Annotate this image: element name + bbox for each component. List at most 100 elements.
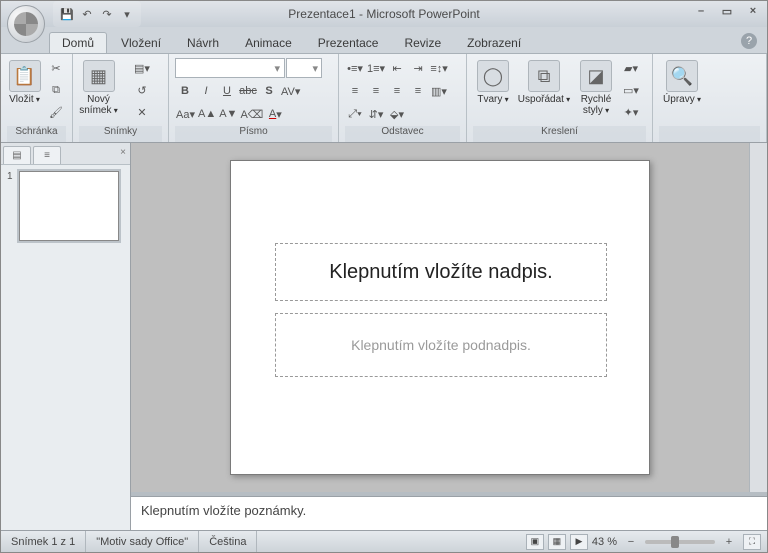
change-case-button[interactable]: Aa▾ (175, 104, 196, 124)
view-normal-button[interactable]: ▣ (526, 534, 544, 550)
layout-button[interactable]: ▤▾ (122, 58, 162, 78)
zoom-slider[interactable] (645, 540, 715, 544)
align-left-button[interactable]: ≡ (345, 81, 365, 101)
font-color-button[interactable]: A▾ (265, 104, 285, 124)
underline-button[interactable]: U (217, 81, 237, 101)
tab-view[interactable]: Zobrazení (455, 33, 533, 53)
thumbnail-preview[interactable] (19, 171, 119, 241)
quick-styles-icon: ◪ (580, 60, 612, 92)
shape-fill-button[interactable]: ▰▾ (621, 58, 641, 78)
align-center-button[interactable]: ≡ (366, 81, 386, 101)
qat-more-icon[interactable]: ▾ (119, 6, 135, 22)
undo-icon[interactable]: ↶ (79, 6, 95, 22)
font-size-combo[interactable]: ▾ (286, 58, 322, 78)
app-window: 💾 ↶ ↷ ▾ Prezentace1 - Microsoft PowerPoi… (0, 0, 768, 553)
tab-home[interactable]: Domů (49, 32, 107, 53)
new-slide-label: Nový snímek (79, 94, 117, 116)
help-icon[interactable]: ? (741, 33, 757, 49)
columns-button[interactable]: ▥▾ (429, 81, 449, 101)
font-name-combo[interactable]: ▾ (175, 58, 285, 78)
fit-to-window-button[interactable]: ⛶ (743, 534, 761, 550)
zoom-out-button[interactable]: − (621, 532, 641, 552)
decrease-indent-button[interactable]: ⇤ (387, 58, 407, 78)
nav-close-icon[interactable]: × (120, 147, 126, 158)
delete-slide-button[interactable]: ✕ (122, 102, 162, 122)
redo-icon[interactable]: ↷ (99, 6, 115, 22)
quick-styles-label: Rychlé styly (581, 94, 612, 116)
format-painter-icon[interactable]: 🖌 (46, 102, 66, 122)
subtitle-placeholder[interactable]: Klepnutím vložíte podnadpis. (275, 313, 607, 377)
tab-slideshow[interactable]: Prezentace (306, 33, 391, 53)
line-spacing-button[interactable]: ≡↕▾ (429, 58, 449, 78)
align-right-button[interactable]: ≡ (387, 81, 407, 101)
title-bar: 💾 ↶ ↷ ▾ Prezentace1 - Microsoft PowerPoi… (1, 1, 767, 27)
tab-animations[interactable]: Animace (233, 33, 304, 53)
slide-stage[interactable]: Klepnutím vložíte nadpis. Klepnutím vlož… (131, 143, 749, 492)
thumbnail-number: 1 (7, 171, 15, 182)
cut-icon[interactable]: ✂ (46, 58, 66, 78)
paste-button[interactable]: 📋 Vložit (7, 56, 42, 105)
align-text-button[interactable]: ⇵▾ (366, 104, 386, 124)
title-placeholder[interactable]: Klepnutím vložíte nadpis. (275, 243, 607, 301)
group-label-font: Písmo (175, 126, 332, 142)
grow-font-button[interactable]: A▲ (197, 104, 217, 124)
vertical-scrollbar[interactable] (749, 143, 767, 492)
text-direction-button[interactable]: ⤢▾ (345, 104, 365, 124)
tab-review[interactable]: Revize (392, 33, 453, 53)
italic-button[interactable]: I (196, 81, 216, 101)
new-slide-button[interactable]: ▦ Nový snímek (79, 56, 118, 116)
clear-format-button[interactable]: A⌫ (239, 104, 264, 124)
thumbnail-item[interactable]: 1 (7, 171, 124, 241)
editing-button[interactable]: 🔍 Úpravy (659, 56, 705, 105)
char-spacing-button[interactable]: AV▾ (280, 81, 301, 101)
notes-pane[interactable]: Klepnutím vložíte poznámky. (131, 496, 767, 530)
numbering-button[interactable]: 1≡▾ (366, 58, 386, 78)
status-language[interactable]: Čeština (199, 531, 257, 552)
view-slideshow-button[interactable]: ▶ (570, 534, 588, 550)
status-theme[interactable]: "Motiv sady Office" (86, 531, 199, 552)
status-bar: Snímek 1 z 1 "Motiv sady Office" Čeština… (1, 530, 767, 552)
quick-access-toolbar: 💾 ↶ ↷ ▾ (53, 1, 141, 27)
notes-placeholder-text: Klepnutím vložíte poznámky. (141, 503, 306, 518)
shadow-button[interactable]: S (259, 81, 279, 101)
zoom-in-button[interactable]: + (719, 532, 739, 552)
tab-design[interactable]: Návrh (175, 33, 231, 53)
nav-tab-slides[interactable]: ▤ (3, 146, 31, 164)
bold-button[interactable]: B (175, 81, 195, 101)
ribbon: 📋 Vložit ✂ ⧉ 🖌 Schránka ▦ Nový snímek ▤▾ (1, 53, 767, 143)
view-sorter-button[interactable]: ▦ (548, 534, 566, 550)
status-slide-info[interactable]: Snímek 1 z 1 (1, 531, 86, 552)
editing-label: Úpravy (663, 94, 701, 105)
reset-button[interactable]: ↺ (122, 80, 162, 100)
quick-styles-button[interactable]: ◪ Rychlé styly (575, 56, 617, 116)
tab-insert[interactable]: Vložení (109, 33, 173, 53)
office-button[interactable] (7, 5, 45, 43)
smartart-button[interactable]: ⬙▾ (387, 104, 407, 124)
shapes-button[interactable]: ◯ Tvary (473, 56, 513, 105)
minimize-button[interactable]: – (693, 5, 709, 19)
group-paragraph: •≡▾ 1≡▾ ⇤ ⇥ ≡↕▾ ≡ ≡ ≡ ≡ ▥▾ ⤢▾ (339, 54, 467, 142)
group-clipboard: 📋 Vložit ✂ ⧉ 🖌 Schránka (1, 54, 73, 142)
shape-outline-button[interactable]: ▭▾ (621, 80, 641, 100)
new-slide-icon: ▦ (83, 60, 115, 92)
group-label-editing (659, 126, 760, 142)
slide-canvas[interactable]: Klepnutím vložíte nadpis. Klepnutím vlož… (230, 160, 650, 475)
maximize-button[interactable]: ▭ (719, 5, 735, 19)
increase-indent-button[interactable]: ⇥ (408, 58, 428, 78)
group-label-paragraph: Odstavec (345, 126, 460, 142)
thumbnail-list[interactable]: 1 (1, 165, 130, 530)
group-label-clipboard: Schránka (7, 126, 66, 142)
arrange-button[interactable]: ⧉ Uspořádat (517, 56, 571, 105)
close-button[interactable]: × (745, 5, 761, 19)
copy-icon[interactable]: ⧉ (46, 80, 66, 100)
nav-tab-outline[interactable]: ≡ (33, 146, 61, 164)
save-icon[interactable]: 💾 (59, 6, 75, 22)
justify-button[interactable]: ≡ (408, 81, 428, 101)
shape-effects-button[interactable]: ✦▾ (621, 102, 641, 122)
bullets-button[interactable]: •≡▾ (345, 58, 365, 78)
slide-nav-pane: ▤ ≡ × 1 (1, 143, 131, 530)
shrink-font-button[interactable]: A▼ (218, 104, 238, 124)
strike-button[interactable]: abc (238, 81, 258, 101)
zoom-level[interactable]: 43 % (592, 536, 617, 548)
arrange-label: Uspořádat (518, 94, 570, 105)
